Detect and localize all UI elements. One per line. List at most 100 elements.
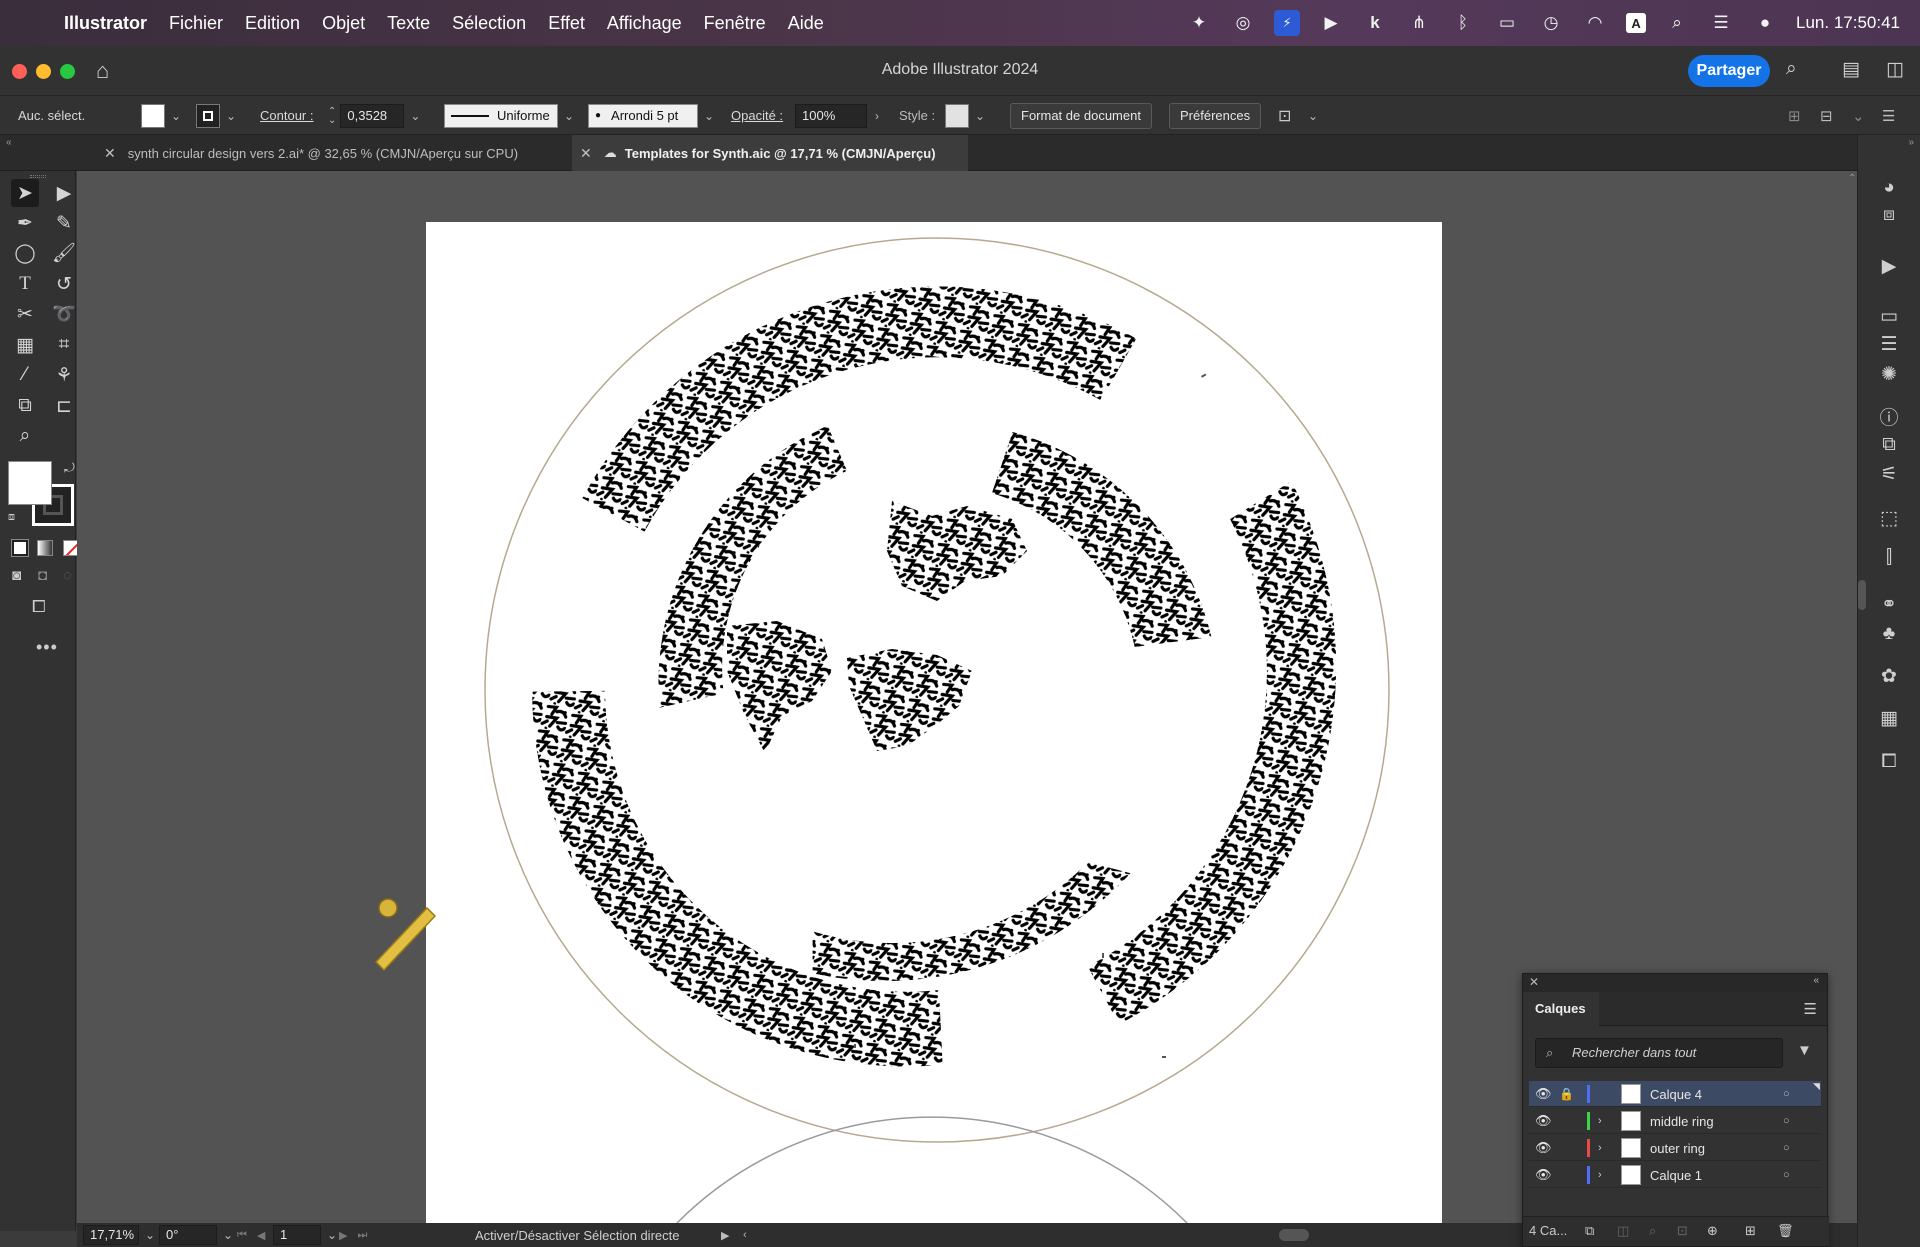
artboard-number-field[interactable]: 1	[273, 1225, 321, 1245]
default-colors-icon[interactable]: ⧈	[8, 511, 15, 524]
h-scroll-thumb[interactable]	[1279, 1229, 1309, 1241]
fill-color-box[interactable]	[8, 461, 52, 505]
gradient-tool-icon[interactable]: ▦	[11, 331, 39, 359]
visibility-eye-icon[interactable]: 👁	[1535, 1081, 1552, 1107]
swatches-panel-icon[interactable]: ▦	[1876, 705, 1902, 731]
lock-icon[interactable]: 🔒	[1559, 1081, 1574, 1107]
stroke-dropdown-chevron-icon[interactable]: ⌄	[226, 109, 236, 123]
opacity-label[interactable]: Opacité :	[731, 96, 783, 135]
k-app-icon[interactable]: k	[1362, 10, 1388, 36]
profile-chevron-icon[interactable]: ⌄	[564, 109, 574, 123]
filter-icon[interactable]: ▼	[1797, 1042, 1812, 1059]
gradient-mode-icon[interactable]	[37, 540, 53, 556]
spotlight-icon[interactable]: ⌕	[1664, 10, 1690, 36]
fill-dropdown-chevron-icon[interactable]: ⌄	[171, 109, 181, 123]
zoom-field[interactable]: 17,71%	[83, 1225, 139, 1245]
preferences-button[interactable]: Préférences	[1169, 102, 1262, 129]
menubar-clock[interactable]: Lun. 17:50:41	[1796, 13, 1900, 33]
tab-layers[interactable]: Calques	[1523, 992, 1599, 1026]
align-panel-icon[interactable]: ⫿	[1876, 545, 1902, 571]
search-icon[interactable]: ⌕	[1786, 58, 1797, 80]
distribute-icon[interactable]: ⊟	[1820, 96, 1833, 135]
menu-edition[interactable]: Edition	[245, 13, 300, 34]
stroke-label[interactable]: Contour :	[260, 96, 313, 135]
battery-icon[interactable]: ▭	[1494, 10, 1520, 36]
draw-inside-icon[interactable]: ◌	[63, 567, 72, 584]
symbols-panel-icon[interactable]: ♣	[1876, 621, 1902, 647]
puppet-warp-tool-icon[interactable]: ⚘	[50, 361, 78, 389]
stroke-profile-select[interactable]: Uniforme	[444, 103, 558, 128]
input-source-icon[interactable]: A	[1626, 13, 1647, 33]
mesh-tool-icon[interactable]: ⌗	[50, 331, 78, 359]
stroke-weight-chevron-icon[interactable]: ⌄	[410, 109, 420, 123]
shape-builder-tool-icon[interactable]: ⧉	[11, 392, 39, 420]
expand-chevron-icon[interactable]: ›	[1598, 1135, 1602, 1161]
menu-fichier[interactable]: Fichier	[169, 13, 223, 34]
direct-selection-tool-icon[interactable]: ▶	[50, 179, 78, 207]
layer-row-calque-4[interactable]: 👁 🔒 Calque 4 ○ ◥	[1529, 1081, 1821, 1107]
layer-row-outer-ring[interactable]: 👁 › outer ring ○	[1529, 1135, 1821, 1161]
dropbox-icon[interactable]: ✦	[1186, 10, 1212, 36]
swap-fill-stroke-icon[interactable]: ⤾	[64, 460, 75, 476]
align-icon[interactable]: ⊞	[1788, 96, 1801, 135]
opacity-arrow-icon[interactable]: ›	[875, 109, 879, 123]
layer-name[interactable]: Calque 4	[1650, 1081, 1702, 1107]
zoom-chevron-icon[interactable]: ⌄	[145, 1228, 155, 1242]
menu-effet[interactable]: Effet	[548, 13, 585, 34]
pathfinder-panel-icon[interactable]: ⧠	[1876, 749, 1902, 775]
info-panel-icon[interactable]: ⓘ	[1876, 403, 1902, 429]
menu-selection[interactable]: Sélection	[452, 13, 526, 34]
target-circle-icon[interactable]: ○	[1783, 1162, 1790, 1188]
edit-toolbar-icon[interactable]: •••	[36, 637, 58, 658]
visibility-eye-icon[interactable]: 👁	[1535, 1108, 1552, 1134]
broadcast-icon[interactable]: ⋔	[1406, 10, 1432, 36]
h-scroll-left-icon[interactable]: ‹	[743, 1223, 747, 1247]
bluetooth-icon[interactable]: ᛒ	[1450, 10, 1476, 36]
layer-row-calque-1[interactable]: 👁 › Calque 1 ○	[1529, 1162, 1821, 1188]
more-options-icon[interactable]: ⌄	[1852, 96, 1865, 135]
collapse-toolbar-icon[interactable]: «	[6, 137, 12, 148]
screen-mode-icon[interactable]: ⧠	[32, 597, 46, 617]
target-circle-icon[interactable]: ○	[1783, 1135, 1790, 1161]
wifi-icon[interactable]: ◠	[1582, 10, 1608, 36]
clipping-mask-icon[interactable]: ◫	[1617, 1223, 1629, 1239]
target-circle-icon[interactable]: ○	[1783, 1081, 1790, 1107]
tab-synth-circular-design[interactable]: ✕ synth circular design vers 2.ai* @ 32,…	[96, 135, 572, 171]
draw-behind-icon[interactable]: ◘	[38, 567, 47, 584]
layer-name[interactable]: outer ring	[1650, 1135, 1705, 1161]
visibility-eye-icon[interactable]: 👁	[1535, 1135, 1552, 1161]
status-text[interactable]: Activer/Désactiver Sélection directe	[475, 1223, 679, 1247]
artboard-nav-prev[interactable]: ⏮ ◀	[237, 1223, 265, 1247]
brush-chevron-icon[interactable]: ⌄	[704, 109, 714, 123]
close-tab-icon[interactable]: ✕	[580, 145, 592, 162]
menu-app-name[interactable]: Illustrator	[64, 13, 147, 34]
rotate-tool-icon[interactable]: ↺	[50, 270, 78, 298]
layer-row-middle-ring[interactable]: 👁 › middle ring ○	[1529, 1108, 1821, 1134]
lasso-tool-icon[interactable]: ➰	[50, 300, 78, 328]
color-mode-icon[interactable]	[11, 539, 29, 557]
toolbar-grip[interactable]	[30, 175, 46, 178]
status-arrow-icon[interactable]: ▶	[721, 1223, 729, 1247]
style-swatch[interactable]	[945, 103, 969, 128]
visibility-eye-icon[interactable]: 👁	[1535, 1162, 1552, 1188]
tab-templates-for-synth[interactable]: ✕ ☁ Templates for Synth.aic @ 17,71 % (C…	[572, 135, 968, 171]
layer-name[interactable]: Calque 1	[1650, 1162, 1702, 1188]
ellipse-tool-icon[interactable]: ◯	[11, 239, 39, 267]
stroke-stepper-icon[interactable]: ⌃ ⌄	[328, 106, 336, 125]
scroll-up-icon[interactable]: ⌃	[1848, 173, 1856, 184]
stroke-panel-icon[interactable]: ☰	[1876, 331, 1902, 357]
stroke-weight-field[interactable]: 0,3528 m	[340, 103, 405, 145]
document-setup-button[interactable]: Format de document	[1010, 102, 1152, 129]
stroke-swatch[interactable]	[196, 103, 220, 128]
creative-cloud-icon[interactable]: ◎	[1230, 10, 1256, 36]
workspace-layout-icon[interactable]: ▤	[1842, 58, 1860, 81]
siri-icon[interactable]: ●	[1752, 10, 1778, 36]
close-tab-icon[interactable]: ✕	[104, 145, 116, 162]
zoom-tool-icon[interactable]: ⌕	[11, 422, 39, 450]
rotation-field[interactable]: 0°	[159, 1225, 217, 1245]
collect-for-export-icon[interactable]: ⧉	[1585, 1223, 1594, 1239]
artboard-tool-icon[interactable]: ⊏	[50, 392, 78, 420]
links-panel-icon[interactable]: ⚭	[1876, 591, 1902, 617]
panel-menu-icon[interactable]: ☰	[1804, 1000, 1817, 1018]
collapse-dock-icon[interactable]: »	[1908, 137, 1914, 148]
